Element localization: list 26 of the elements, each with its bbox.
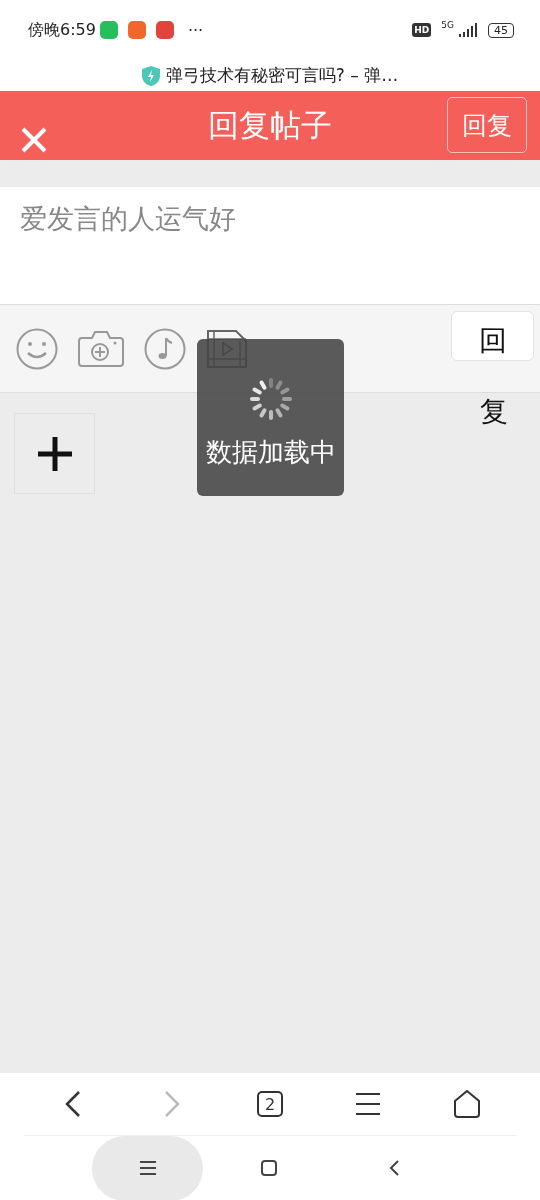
page-title: 弹弓技术有秘密可言吗? – 弹… [165, 64, 399, 87]
tab-count-button[interactable]: 2 [257, 1091, 283, 1117]
network-type: 5G [441, 20, 454, 30]
plus-icon [37, 436, 72, 471]
more-notifications: ··· [187, 20, 204, 40]
home-square-icon[interactable] [261, 1160, 277, 1176]
signal-icon [458, 23, 478, 37]
menu-icon [139, 1161, 156, 1175]
camera-icon[interactable] [78, 329, 124, 368]
back-icon[interactable] [389, 1160, 399, 1176]
header-title: 回复帖子 [208, 105, 332, 145]
music-note-icon[interactable] [144, 327, 186, 370]
smiley-icon[interactable] [16, 327, 58, 370]
battery-level: 45 [488, 22, 514, 38]
reply-button[interactable]: 回 [451, 311, 534, 361]
loading-text: 数据加载中 [205, 436, 336, 469]
add-attachment-button[interactable] [14, 413, 95, 494]
shield-icon [141, 65, 160, 86]
spinner-icon [248, 377, 293, 421]
close-icon[interactable] [20, 126, 48, 154]
menu-icon[interactable] [355, 1092, 382, 1116]
button-label-overflow: 复 [480, 394, 508, 430]
reply-input-field[interactable]: 爱发言的人运气好 [0, 187, 540, 304]
status-time: 傍晚6:59 [28, 19, 96, 41]
hd-badge: HD [412, 23, 432, 37]
home-icon[interactable] [452, 1090, 481, 1118]
